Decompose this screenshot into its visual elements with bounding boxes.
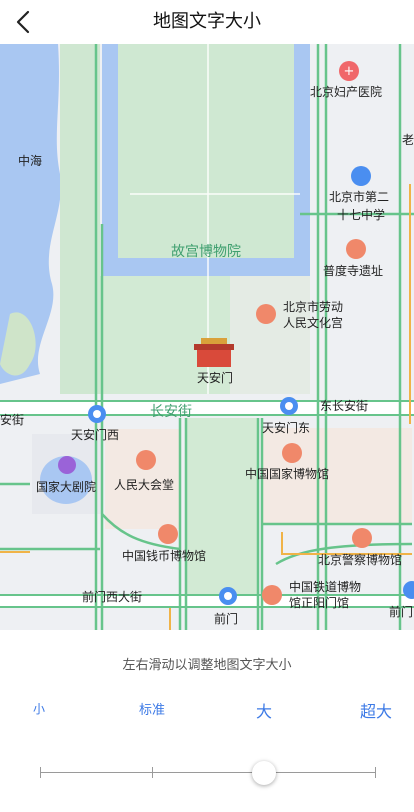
slider-tick	[40, 767, 41, 778]
slider-hint: 左右滑动以调整地图文字大小	[122, 658, 292, 673]
map-preview[interactable]: + 中海 北京妇产医院 老 北京市第二 十七中学 故宫博物院 普度寺遗址 北京市…	[0, 44, 414, 644]
label-juyuan: 国家大剧院	[36, 479, 96, 494]
label-school-2: 十七中学	[337, 207, 385, 222]
label-renda: 人民大会堂	[114, 478, 174, 492]
slider-tick	[375, 767, 376, 778]
label-lao: 老	[402, 133, 414, 147]
size-option-large[interactable]: 大	[256, 698, 272, 722]
size-options: 小 标准 大 超大	[0, 700, 414, 730]
label-tiananmen: 天安门	[197, 370, 233, 385]
label-tiananmen-xi: 天安门西	[71, 427, 119, 442]
label-school-1: 北京市第二	[329, 189, 389, 204]
label-qianmenxi: 前门西大街	[82, 589, 142, 604]
size-option-extra-large[interactable]: 超大	[360, 698, 392, 722]
label-dongchangan: 东长安街	[320, 398, 368, 413]
label-changan: 长安街	[150, 404, 192, 420]
size-slider-thumb[interactable]	[252, 761, 276, 785]
label-pudu: 普度寺遗址	[323, 263, 383, 278]
page-title: 地图文字大小	[153, 11, 261, 32]
label-guobo: 中国国家博物馆	[245, 466, 329, 481]
font-size-panel: 左右滑动以调整地图文字大小 小 标准 大 超大	[0, 630, 414, 812]
label-qianmen: 前门	[214, 611, 238, 626]
label-qianbi: 中国钱币博物馆	[122, 548, 206, 563]
slider-tick	[152, 767, 153, 778]
nav-bar: 地图文字大小	[0, 0, 414, 44]
label-zhonghai: 中海	[18, 153, 42, 168]
label-laodong-2: 人民文化宫	[283, 315, 343, 330]
label-laodong-1: 北京市劳动	[283, 299, 343, 314]
label-anjie: 安街	[0, 412, 24, 427]
label-qianmen-2: 前门	[389, 604, 413, 619]
label-jingcha: 北京警察博物馆	[318, 552, 402, 567]
label-fuchan: 北京妇产医院	[310, 85, 382, 99]
size-slider-track[interactable]	[40, 767, 376, 778]
svg-text:+: +	[344, 64, 355, 79]
label-tiedao-1: 中国铁道博物	[289, 579, 361, 594]
label-tiedao-2: 馆正阳门馆	[289, 595, 349, 610]
label-tiananmen-dong: 天安门东	[262, 420, 310, 435]
size-option-small[interactable]: 小	[33, 700, 45, 717]
size-option-standard[interactable]: 标准	[139, 699, 165, 718]
label-gugong: 故宫博物院	[171, 243, 241, 260]
